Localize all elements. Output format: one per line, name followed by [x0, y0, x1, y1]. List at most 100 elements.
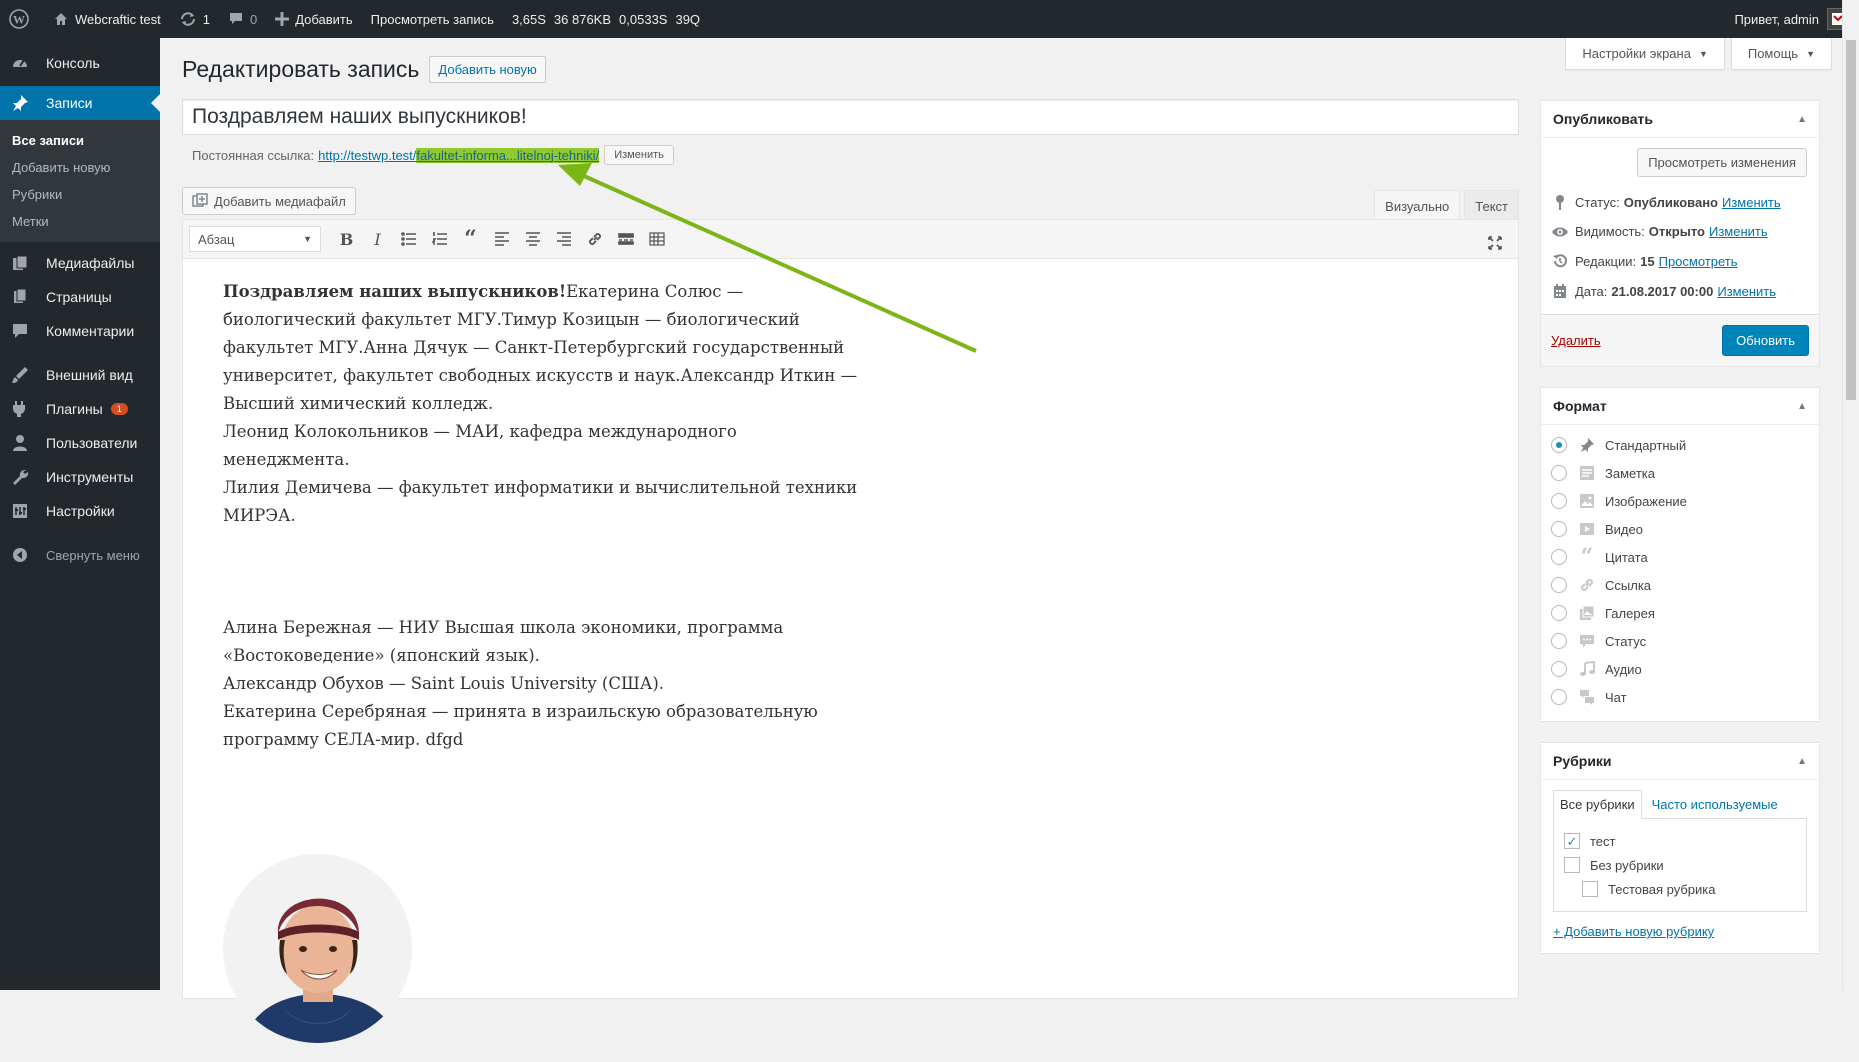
format-option-status[interactable]: Статус — [1551, 627, 1809, 655]
format-option-link[interactable]: Ссылка — [1551, 571, 1809, 599]
category-checkbox[interactable] — [1582, 881, 1598, 897]
format-option-chat[interactable]: Чат — [1551, 683, 1809, 711]
menu-item-tools[interactable]: Инструменты — [0, 460, 160, 494]
format-radio[interactable] — [1551, 689, 1567, 705]
add-new-link[interactable]: Добавить — [266, 0, 361, 38]
tab-popular-categories[interactable]: Часто используемые — [1646, 791, 1784, 818]
view-post-link[interactable]: Просмотреть запись — [362, 0, 503, 38]
numbered-list-icon[interactable] — [424, 224, 455, 255]
my-account[interactable]: Привет, admin — [1734, 8, 1859, 30]
toggle-arrow-icon[interactable]: ▲ — [1797, 401, 1807, 412]
format-option-aside[interactable]: Заметка — [1551, 459, 1809, 487]
format-option-quote[interactable]: “ Цитата — [1551, 543, 1809, 571]
scrollbar-thumb[interactable] — [1846, 40, 1856, 400]
tab-visual[interactable]: Визуально — [1374, 190, 1461, 222]
read-more-icon[interactable] — [610, 224, 641, 255]
browse-revisions-link[interactable]: Просмотреть — [1659, 254, 1738, 269]
bold-icon[interactable]: B — [331, 224, 362, 255]
format-radio[interactable] — [1551, 633, 1567, 649]
format-option-audio[interactable]: Аудио — [1551, 655, 1809, 683]
format-box: Формат ▲ Стандартный Заметка Изображение … — [1540, 387, 1820, 722]
menu-label: Страницы — [46, 289, 112, 305]
format-radio[interactable] — [1551, 521, 1567, 537]
category-checkbox[interactable] — [1564, 857, 1580, 873]
submenu-tags[interactable]: Метки — [0, 208, 160, 235]
format-option-label: Чат — [1605, 689, 1627, 705]
fullscreen-icon[interactable] — [1479, 227, 1510, 258]
tab-text[interactable]: Текст — [1464, 190, 1519, 222]
format-radio[interactable] — [1551, 437, 1567, 453]
tab-all-categories[interactable]: Все рубрики — [1553, 790, 1642, 819]
format-option-gallery[interactable]: Галерея — [1551, 599, 1809, 627]
menu-item-appearance[interactable]: Внешний вид — [0, 358, 160, 392]
category-item[interactable]: Тестовая рубрика — [1564, 877, 1796, 901]
submenu-add-new[interactable]: Добавить новую — [0, 154, 160, 181]
format-radio[interactable] — [1551, 465, 1567, 481]
edit-date-link[interactable]: Изменить — [1717, 284, 1776, 299]
edit-status-link[interactable]: Изменить — [1722, 195, 1781, 210]
editor-content[interactable]: Поздравляем наших выпускников!Екатерина … — [183, 259, 903, 1062]
format-radio[interactable] — [1551, 549, 1567, 565]
add-media-button[interactable]: Добавить медиафайл — [182, 187, 356, 215]
collapse-menu-button[interactable]: Свернуть меню — [0, 538, 160, 572]
submenu-categories[interactable]: Рубрики — [0, 181, 160, 208]
toolbar-toggle-icon[interactable] — [641, 224, 672, 255]
wordpress-logo-icon[interactable]: W — [0, 0, 44, 38]
graduate-photo[interactable] — [223, 854, 412, 1043]
format-option-image[interactable]: Изображение — [1551, 487, 1809, 515]
align-center-icon[interactable] — [517, 224, 548, 255]
link-icon[interactable] — [579, 224, 610, 255]
preview-changes-button[interactable]: Просмотреть изменения — [1637, 148, 1807, 177]
submenu-all-posts[interactable]: Все записи — [0, 127, 160, 154]
chat-icon — [1577, 689, 1597, 705]
updates-link[interactable]: 1 — [170, 0, 219, 38]
menu-item-settings[interactable]: Настройки — [0, 494, 160, 528]
format-radio[interactable] — [1551, 493, 1567, 509]
blockquote-icon[interactable]: “ — [455, 224, 486, 255]
permalink-link[interactable]: http://testwp.test/fakultet-informa...li… — [318, 147, 600, 163]
category-item[interactable]: ✓ тест — [1564, 829, 1796, 853]
edit-permalink-button[interactable]: Изменить — [604, 145, 674, 165]
category-item[interactable]: Без рубрики — [1564, 853, 1796, 877]
align-right-icon[interactable] — [548, 224, 579, 255]
align-left-icon[interactable] — [486, 224, 517, 255]
edit-visibility-link[interactable]: Изменить — [1709, 224, 1768, 239]
categories-box-header[interactable]: Рубрики ▲ — [1541, 743, 1819, 780]
move-to-trash-link[interactable]: Удалить — [1551, 333, 1601, 348]
publish-box-header[interactable]: Опубликовать ▲ — [1541, 101, 1819, 138]
format-select[interactable]: Абзац ▼ — [189, 226, 321, 252]
comments-link[interactable]: 0 — [219, 0, 266, 38]
format-radio[interactable] — [1551, 605, 1567, 621]
format-box-header[interactable]: Формат ▲ — [1541, 388, 1819, 425]
update-button[interactable]: Обновить — [1722, 325, 1809, 356]
format-option-video[interactable]: Видео — [1551, 515, 1809, 543]
menu-item-dashboard[interactable]: Консоль — [0, 46, 160, 80]
format-option-label: Ссылка — [1605, 577, 1652, 593]
menu-item-comments[interactable]: Комментарии — [0, 314, 160, 348]
format-option-standard[interactable]: Стандартный — [1551, 431, 1809, 459]
help-button[interactable]: Помощь ▼ — [1730, 38, 1832, 70]
bullet-list-icon[interactable] — [393, 224, 424, 255]
toggle-arrow-icon[interactable]: ▲ — [1797, 756, 1807, 767]
format-radio[interactable] — [1551, 577, 1567, 593]
menu-item-plugins[interactable]: Плагины 1 — [0, 392, 160, 426]
italic-icon[interactable]: I — [362, 224, 393, 255]
menu-item-media[interactable]: Медиафайлы — [0, 246, 160, 280]
menu-label: Комментарии — [46, 323, 135, 339]
format-option-label: Заметка — [1605, 465, 1655, 481]
toggle-arrow-icon[interactable]: ▲ — [1797, 114, 1807, 125]
screen-options-button[interactable]: Настройки экрана ▼ — [1565, 38, 1725, 70]
menu-item-posts[interactable]: Записи — [0, 86, 160, 120]
category-checkbox-checked[interactable]: ✓ — [1564, 833, 1580, 849]
add-new-post-button[interactable]: Добавить новую — [429, 56, 546, 83]
menu-item-pages[interactable]: Страницы — [0, 280, 160, 314]
page-scrollbar[interactable] — [1842, 0, 1859, 990]
menu-item-users[interactable]: Пользователи — [0, 426, 160, 460]
query-monitor-stats[interactable]: 3,65S 36 876KB 0,0533S 39Q — [503, 0, 709, 38]
pin-icon — [1577, 437, 1597, 453]
post-title-input[interactable] — [182, 99, 1519, 135]
stat-queries: 39Q — [675, 11, 701, 27]
site-name-link[interactable]: Webcraftic test — [44, 0, 170, 38]
add-new-category-link[interactable]: + Добавить новую рубрику — [1553, 924, 1714, 939]
format-radio[interactable] — [1551, 661, 1567, 677]
